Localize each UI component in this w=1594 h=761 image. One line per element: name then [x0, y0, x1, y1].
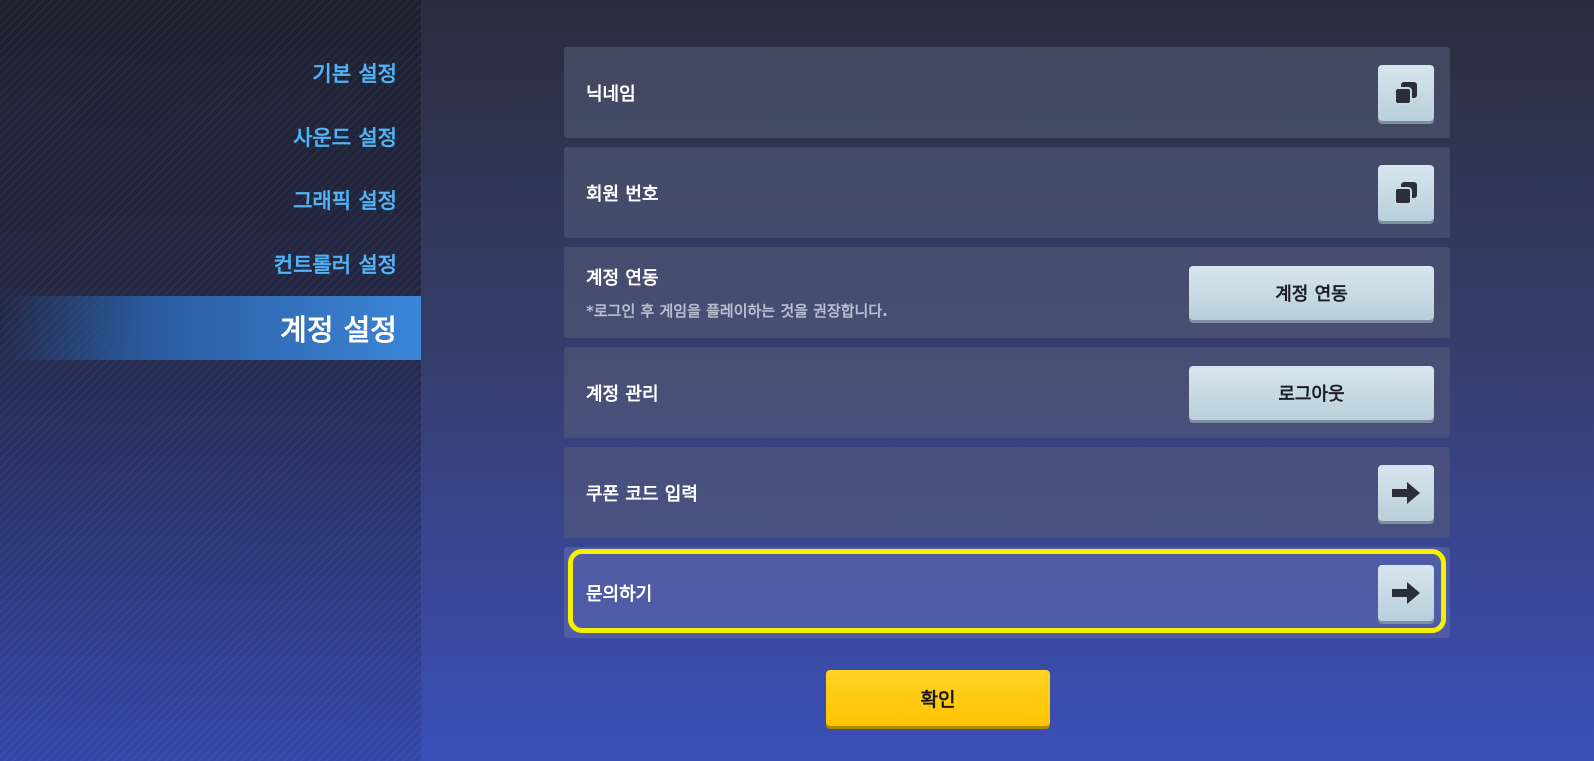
- inquiry-highlight-outline: [568, 549, 1446, 633]
- link-account-text: 계정 연동 *로그인 후 게임을 플레이하는 것을 권장합니다.: [586, 264, 888, 321]
- nickname-row: 닉네임: [564, 47, 1450, 138]
- member-number-row: 회원 번호: [564, 147, 1450, 238]
- sidebar-item-controller-settings[interactable]: 컨트롤러 설정: [0, 232, 421, 296]
- copy-icon: [1394, 181, 1417, 205]
- logout-button[interactable]: 로그아웃: [1189, 365, 1434, 420]
- coupon-row[interactable]: 쿠폰 코드 입력: [564, 447, 1450, 538]
- coupon-enter-button[interactable]: [1378, 464, 1434, 521]
- sidebar: 기본 설정 사운드 설정 그래픽 설정 컨트롤러 설정 계정 설정: [0, 0, 421, 761]
- sidebar-item-label: 계정 설정: [280, 313, 397, 347]
- main-panel: 닉네임 회원 번호 계정 연동 *로그인 후 게임을 플레이하는 것을 권장합니…: [421, 0, 1594, 761]
- sidebar-item-basic-settings[interactable]: 기본 설정: [0, 41, 421, 105]
- sidebar-item-graphic-settings[interactable]: 그래픽 설정: [0, 168, 421, 232]
- sidebar-item-label: 컨트롤러 설정: [273, 253, 397, 277]
- link-account-note: *로그인 후 게임을 플레이하는 것을 권장합니다.: [586, 302, 888, 320]
- coupon-label: 쿠폰 코드 입력: [586, 483, 698, 505]
- link-account-label: 계정 연동: [586, 268, 659, 289]
- sidebar-item-label: 사운드 설정: [293, 126, 397, 150]
- nickname-label: 닉네임: [586, 83, 636, 105]
- confirm-button[interactable]: 확인: [826, 670, 1050, 726]
- copy-nickname-button[interactable]: [1378, 64, 1434, 121]
- sidebar-item-account-settings[interactable]: 계정 설정: [0, 296, 421, 360]
- sidebar-item-sound-settings[interactable]: 사운드 설정: [0, 105, 421, 169]
- copy-icon: [1394, 81, 1417, 105]
- member-number-label: 회원 번호: [586, 183, 659, 205]
- manage-account-label: 계정 관리: [586, 383, 659, 405]
- link-account-button[interactable]: 계정 연동: [1189, 265, 1434, 320]
- sidebar-item-label: 그래픽 설정: [293, 189, 397, 213]
- sidebar-item-label: 기본 설정: [312, 62, 397, 86]
- copy-member-number-button[interactable]: [1378, 164, 1434, 221]
- arrow-right-icon: [1392, 481, 1420, 504]
- manage-account-row: 계정 관리 로그아웃: [564, 347, 1450, 438]
- link-account-row: 계정 연동 *로그인 후 게임을 플레이하는 것을 권장합니다. 계정 연동: [564, 247, 1450, 338]
